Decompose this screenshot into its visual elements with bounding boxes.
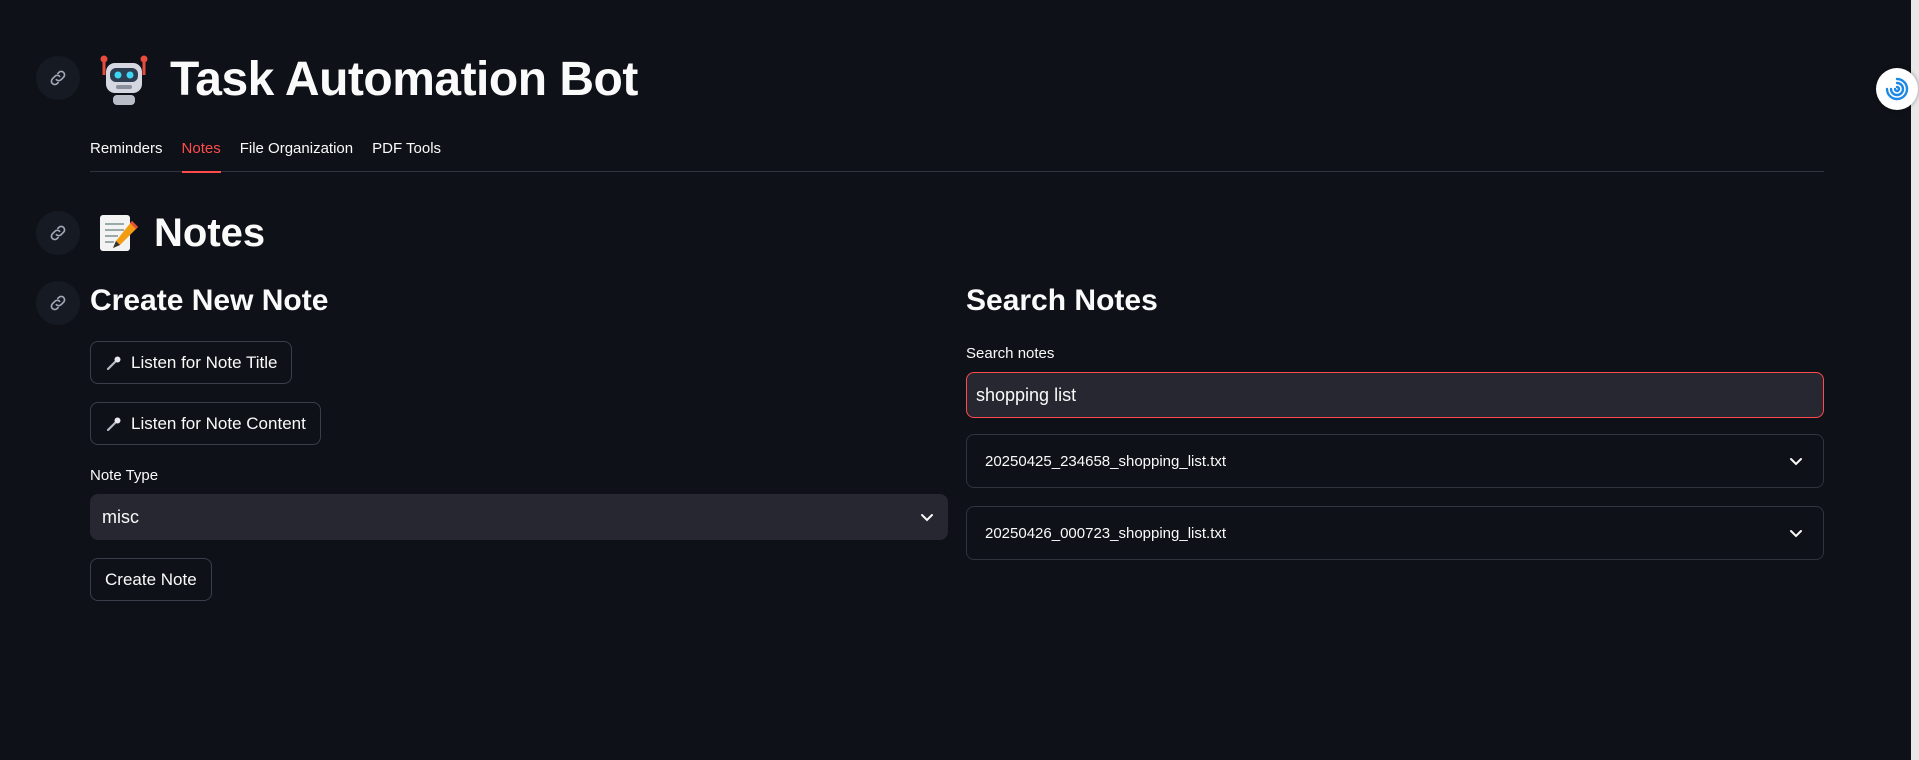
chevron-down-icon bbox=[1790, 458, 1802, 466]
tab-reminders[interactable]: Reminders bbox=[90, 132, 163, 172]
note-type-select[interactable]: misc bbox=[90, 494, 948, 540]
listen-note-title-label: Listen for Note Title bbox=[131, 352, 278, 372]
link-icon bbox=[50, 295, 66, 311]
tab-pdf-tools[interactable]: PDF Tools bbox=[372, 132, 441, 172]
search-notes-input[interactable] bbox=[966, 372, 1824, 418]
search-notes-heading: Search Notes bbox=[966, 284, 1158, 317]
chevron-down-icon bbox=[921, 514, 933, 522]
create-note-heading: Create New Note bbox=[90, 284, 329, 317]
swirl-icon bbox=[1885, 77, 1909, 101]
window-scrollbar[interactable] bbox=[1911, 0, 1919, 760]
create-note-anchor-link[interactable] bbox=[36, 281, 80, 325]
create-note-button-label: Create Note bbox=[105, 569, 197, 589]
microphone-icon bbox=[106, 417, 121, 431]
search-result-expander[interactable]: 20250425_234658_shopping_list.txt bbox=[966, 434, 1824, 488]
tab-file-organization[interactable]: File Organization bbox=[240, 132, 353, 172]
tab-bar: Reminders Notes File Organization PDF To… bbox=[90, 132, 1824, 173]
memo-icon bbox=[100, 215, 138, 251]
app-title: Task Automation Bot bbox=[96, 48, 638, 110]
app-title-text: Task Automation Bot bbox=[170, 52, 638, 106]
search-notes-label: Search notes bbox=[966, 345, 1055, 362]
note-type-label: Note Type bbox=[90, 467, 159, 484]
notes-anchor-link[interactable] bbox=[36, 211, 80, 255]
tab-notes[interactable]: Notes bbox=[181, 132, 221, 173]
search-result-expander[interactable]: 20250426_000723_shopping_list.txt bbox=[966, 506, 1824, 560]
section-title-text: Notes bbox=[154, 210, 266, 255]
link-icon bbox=[50, 225, 66, 241]
listen-note-title-button[interactable]: Listen for Note Title bbox=[90, 341, 293, 384]
link-icon bbox=[50, 70, 66, 86]
search-result-filename: 20250425_234658_shopping_list.txt bbox=[985, 452, 1227, 470]
search-result-filename: 20250426_000723_shopping_list.txt bbox=[985, 524, 1227, 542]
robot-icon bbox=[100, 55, 148, 105]
title-anchor-link[interactable] bbox=[36, 56, 80, 100]
microphone-icon bbox=[106, 356, 121, 370]
create-note-button[interactable]: Create Note bbox=[90, 558, 212, 601]
note-type-value: misc bbox=[102, 506, 139, 527]
listen-note-content-label: Listen for Note Content bbox=[131, 413, 306, 433]
chevron-down-icon bbox=[1790, 530, 1802, 538]
app-page: Task Automation Bot Reminders Notes File… bbox=[0, 0, 1919, 760]
extension-button[interactable] bbox=[1876, 68, 1918, 110]
listen-note-content-button[interactable]: Listen for Note Content bbox=[90, 402, 321, 445]
section-title: Notes bbox=[96, 206, 265, 260]
